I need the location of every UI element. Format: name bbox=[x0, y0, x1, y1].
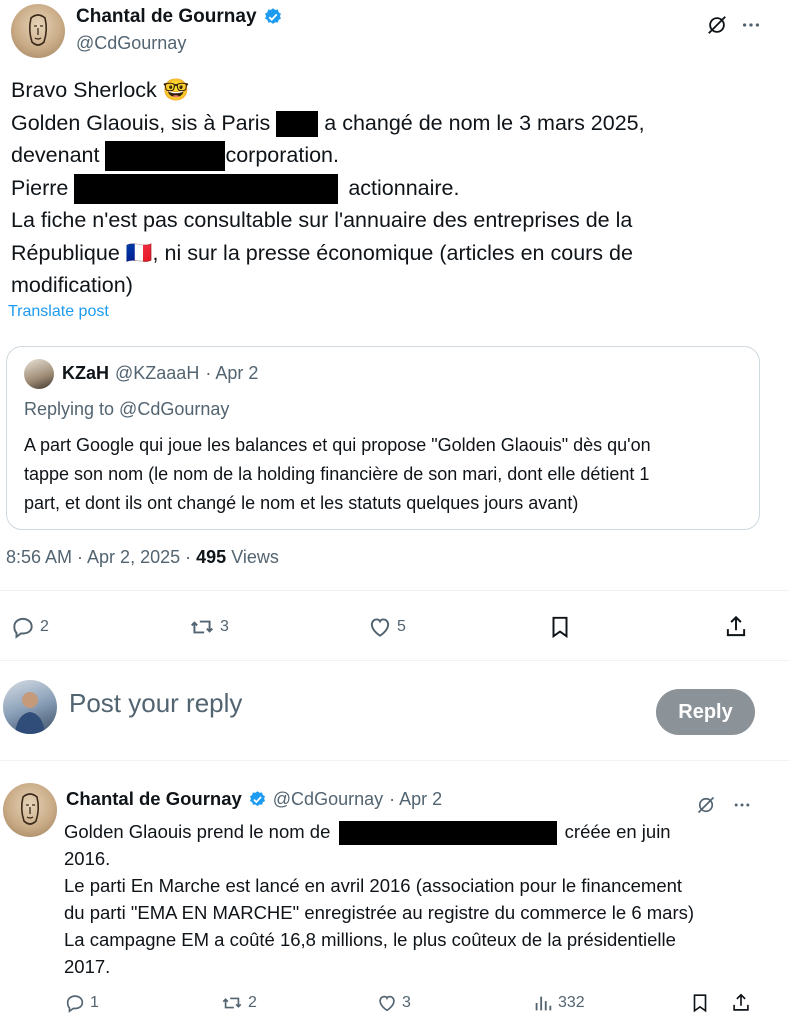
divider bbox=[0, 660, 789, 661]
like-count: 3 bbox=[402, 994, 411, 1011]
reply-author-handle[interactable]: @CdGournay bbox=[273, 789, 383, 810]
quoted-author-avatar bbox=[24, 359, 54, 389]
translate-post-link[interactable]: Translate post bbox=[8, 303, 109, 321]
redaction-box bbox=[105, 141, 226, 172]
more-options-icon[interactable] bbox=[740, 14, 762, 36]
author-name-row: Chantal de Gournay bbox=[76, 6, 283, 28]
post-actions: 2 3 5 bbox=[0, 610, 789, 646]
reply-text-line: du parti "EMA EN MARCHE" enregistrée au … bbox=[64, 902, 695, 924]
analytics-icon bbox=[535, 996, 552, 1011]
reply-text-line: Le parti En Marche est lancé en avril 20… bbox=[64, 875, 683, 897]
share-action[interactable] bbox=[730, 992, 752, 1014]
reply-text-line: Golden Glaouis prend le nom de bbox=[64, 821, 331, 842]
post-text-line: Bravo Sherlock bbox=[11, 78, 157, 102]
quoted-text-line: tappe son nom (le nom de la holding fina… bbox=[24, 464, 650, 484]
reply-action[interactable]: 1 bbox=[64, 992, 99, 1014]
repost-count: 2 bbox=[248, 994, 257, 1011]
bookmark-action[interactable] bbox=[547, 614, 573, 640]
reply-text-line: créée en juin bbox=[564, 821, 671, 842]
share-icon bbox=[726, 615, 746, 637]
reply-author-avatar[interactable] bbox=[3, 783, 57, 837]
quoted-text-line: part, et dont ils ont changé le nom et l… bbox=[24, 493, 579, 513]
more-options-icon[interactable] bbox=[731, 795, 753, 815]
repost-action[interactable]: 3 bbox=[188, 614, 229, 640]
reply-text-line: 2017. bbox=[64, 956, 111, 978]
bookmark-action[interactable] bbox=[689, 992, 711, 1014]
post-text-line: modification) bbox=[11, 273, 133, 297]
replying-to-label: Replying to @CdGournay bbox=[24, 399, 230, 419]
repost-icon bbox=[222, 997, 242, 1009]
reply-post-actions: 1 2 3 332 bbox=[0, 990, 789, 1020]
reply-input[interactable]: Post your reply bbox=[69, 688, 242, 719]
person-photo-icon bbox=[15, 692, 45, 734]
reply-post-text: Golden Glaouis prend le nom de créée en … bbox=[64, 818, 694, 980]
heart-icon bbox=[379, 995, 395, 1012]
share-action[interactable] bbox=[723, 614, 749, 640]
author-name[interactable]: Chantal de Gournay bbox=[76, 6, 257, 28]
quoted-author-handle: @KZaaaH bbox=[115, 363, 200, 383]
quoted-post[interactable]: KZaH @KZaaaH · Apr 2 Replying to @CdGour… bbox=[6, 346, 760, 530]
sketch-face-icon bbox=[28, 14, 48, 46]
post-text-line: République bbox=[11, 240, 120, 265]
post-text-line: corporation. bbox=[225, 143, 339, 167]
nerd-face-emoji: 🤓 bbox=[162, 78, 190, 102]
verified-badge-icon bbox=[248, 790, 267, 809]
reply-author-row: Chantal de Gournay @CdGournay · Apr 2 bbox=[66, 788, 442, 810]
quoted-author-name: KZaH bbox=[62, 363, 110, 383]
reply-count: 1 bbox=[90, 994, 99, 1011]
like-count: 5 bbox=[397, 618, 406, 635]
reply-text-line: La campagne EM a coûté 16,8 millions, le… bbox=[64, 929, 676, 951]
bookmark-icon bbox=[693, 994, 707, 1013]
views-count: 495 bbox=[196, 547, 227, 567]
post-text-line: Golden Glaouis, sis à Paris bbox=[11, 110, 271, 135]
post-metadata: 8:56 AM · Apr 2, 2025 · 495 Views bbox=[6, 547, 279, 568]
redaction-box bbox=[74, 173, 339, 204]
author-avatar[interactable] bbox=[11, 4, 65, 58]
like-action[interactable]: 3 bbox=[376, 992, 411, 1014]
views-label: Views bbox=[231, 547, 279, 567]
reply-count: 2 bbox=[40, 618, 49, 635]
post-text-line: La fiche n'est pas consultable sur l'ann… bbox=[11, 208, 633, 232]
reply-action[interactable]: 2 bbox=[10, 614, 49, 640]
post-text-line: devenant bbox=[11, 143, 100, 167]
share-icon bbox=[733, 993, 749, 1011]
repost-count: 3 bbox=[220, 618, 229, 635]
reply-icon bbox=[66, 995, 84, 1013]
divider bbox=[0, 760, 789, 761]
quoted-post-text: A part Google qui joue les balances et q… bbox=[24, 431, 651, 518]
quoted-author-row: KZaH @KZaaaH · Apr 2 bbox=[62, 363, 258, 384]
reply-button[interactable]: Reply bbox=[656, 689, 755, 735]
divider bbox=[0, 590, 789, 591]
views-count: 332 bbox=[558, 994, 585, 1011]
post-text-line: a changé de nom le 3 mars 2025, bbox=[324, 110, 645, 135]
post-timestamp[interactable]: 8:56 AM · Apr 2, 2025 · bbox=[6, 547, 191, 567]
verified-badge-icon bbox=[263, 7, 283, 27]
quoted-text-line: A part Google qui joue les balances et q… bbox=[24, 435, 651, 455]
sketch-face-icon bbox=[20, 793, 40, 825]
post-text-line: actionnaire. bbox=[348, 175, 460, 200]
post-text-line: Pierre bbox=[11, 175, 69, 200]
redaction-box bbox=[338, 821, 557, 846]
reply-post-date[interactable]: · Apr 2 bbox=[389, 789, 442, 810]
repost-action[interactable]: 2 bbox=[220, 992, 257, 1014]
quoted-post-date: · Apr 2 bbox=[205, 363, 259, 383]
like-action[interactable]: 5 bbox=[367, 614, 406, 640]
grok-icon[interactable] bbox=[706, 14, 728, 36]
france-flag-emoji: 🇫🇷 bbox=[125, 240, 153, 265]
grok-icon[interactable] bbox=[696, 795, 716, 815]
reply-author-name[interactable]: Chantal de Gournay bbox=[66, 788, 242, 810]
author-handle[interactable]: @CdGournay bbox=[76, 33, 186, 54]
reply-text-line: 2016. bbox=[64, 848, 111, 870]
heart-icon bbox=[370, 618, 390, 637]
redaction-box bbox=[276, 110, 319, 137]
bookmark-icon bbox=[552, 616, 568, 639]
post-text: Bravo Sherlock 🤓 Golden Glaouis, sis à P… bbox=[11, 74, 645, 302]
current-user-avatar[interactable] bbox=[3, 680, 57, 734]
repost-icon bbox=[191, 620, 213, 634]
views-action[interactable]: 332 bbox=[532, 992, 585, 1014]
post-text-line: , ni sur la presse économique (articles … bbox=[152, 240, 633, 265]
reply-icon bbox=[13, 617, 33, 639]
